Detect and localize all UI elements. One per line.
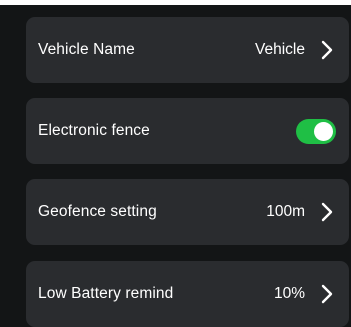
toggle-knob	[314, 121, 333, 141]
vehicle-name-label: Vehicle Name	[38, 41, 135, 58]
low-battery-remind-label: Low Battery remind	[38, 285, 174, 302]
geofence-setting-value: 100m	[266, 203, 305, 220]
low-battery-remind-row[interactable]: Low Battery remind 10%	[26, 261, 349, 327]
electronic-fence-label: Electronic fence	[38, 122, 150, 139]
chevron-right-icon	[319, 201, 335, 223]
chevron-right-icon	[319, 39, 335, 61]
geofence-setting-label: Geofence setting	[38, 203, 157, 220]
low-battery-remind-value: 10%	[273, 285, 305, 302]
vehicle-name-value: Vehicle	[255, 41, 305, 58]
electronic-fence-row: Electronic fence	[26, 98, 349, 164]
chevron-right-icon	[319, 283, 335, 305]
vehicle-name-row[interactable]: Vehicle Name Vehicle	[26, 17, 349, 83]
electronic-fence-toggle[interactable]	[296, 118, 336, 144]
geofence-setting-row[interactable]: Geofence setting 100m	[26, 179, 349, 245]
settings-list: Vehicle Name Vehicle Electronic fence Ge…	[0, 0, 351, 327]
